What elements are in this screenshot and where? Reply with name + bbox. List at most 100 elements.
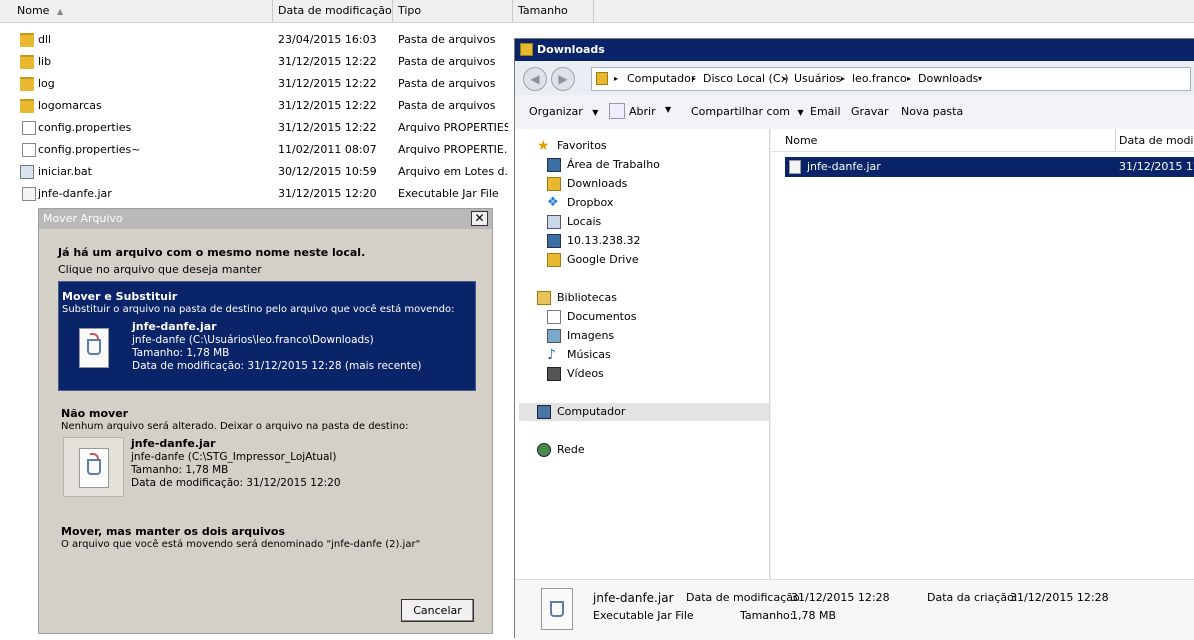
file-name: jnfe-danfe.jar — [131, 437, 216, 450]
address-bar[interactable]: ▸ Computador ▸ Disco Local (C:) ▸ Usuári… — [591, 67, 1191, 91]
file-size: Tamanho: 1,78 MB — [132, 347, 230, 359]
chevron-right-icon: ▸ — [907, 74, 912, 83]
email-button[interactable]: Email — [810, 105, 841, 118]
nav-item-label: Downloads — [567, 177, 628, 190]
table-row[interactable]: jnfe-danfe.jar 31/12/2015 12: — [785, 157, 1194, 177]
dropbox-icon: ❖ — [547, 195, 559, 210]
nav-item-label: Documentos — [567, 310, 637, 323]
column-header-bar: Nome ▲ Data de modificação Tipo Tamanho — [0, 0, 1194, 23]
downloads-folder-icon — [547, 177, 561, 191]
chevron-right-icon: ▸ — [841, 74, 846, 83]
places-icon — [547, 215, 561, 229]
jar-file-icon — [22, 187, 36, 201]
list-item-name: config.properties~ — [38, 143, 141, 156]
option-keep-both[interactable]: Mover, mas manter os dois arquivos O arq… — [58, 523, 476, 557]
back-button[interactable]: ◀ — [523, 67, 547, 91]
nav-item-label: 10.13.238.32 — [567, 234, 641, 247]
option-title: Mover, mas manter os dois arquivos — [61, 525, 286, 538]
column-header-date[interactable]: Data de modific — [1119, 134, 1194, 147]
details-modified-value: 31/12/2015 12:28 — [791, 591, 890, 604]
list-item-date: 31/12/2015 12:22 — [278, 77, 377, 90]
breadcrumb-users[interactable]: Usuários — [794, 68, 842, 90]
list-item[interactable]: logomarcas 31/12/2015 12:22 Pasta de arq… — [0, 95, 515, 117]
file-size: Tamanho: 1,78 MB — [131, 464, 229, 476]
nav-item-label: Área de Trabalho — [567, 158, 660, 171]
nav-item-label: Google Drive — [567, 253, 639, 266]
details-file-type: Executable Jar File — [593, 609, 694, 622]
star-icon: ★ — [537, 138, 550, 154]
open-dropdown-button[interactable]: ▼ — [665, 105, 671, 114]
nav-item-label: Computador — [557, 405, 626, 418]
breadcrumb-user[interactable]: leo.franco — [852, 68, 907, 90]
computer-icon — [537, 405, 551, 419]
organize-button[interactable]: Organizar ▼ — [529, 105, 598, 118]
file-icon — [22, 121, 36, 135]
jar-file-icon — [79, 448, 109, 488]
navigation-pane: ★ Favoritos Área de Trabalho Downloads ❖… — [515, 129, 770, 579]
option-description: Nenhum arquivo será alterado. Deixar o a… — [61, 421, 409, 432]
file-name: jnfe-danfe.jar — [807, 160, 881, 173]
column-divider — [1115, 129, 1116, 151]
forward-button[interactable]: ▶ — [551, 67, 575, 91]
new-folder-button[interactable]: Nova pasta — [901, 105, 963, 118]
chevron-down-icon: ▼ — [797, 108, 804, 117]
option-description: O arquivo que você está movendo será den… — [61, 539, 421, 550]
details-pane: jnfe-danfe.jar Executable Jar File Data … — [515, 579, 1194, 640]
breadcrumb-local-disk[interactable]: Disco Local (C:) — [703, 68, 789, 90]
details-created-value: 31/12/2015 12:28 — [1010, 591, 1109, 604]
column-header-type[interactable]: Tipo — [393, 0, 513, 22]
network-icon — [537, 443, 551, 457]
list-item-date: 30/12/2015 10:59 — [278, 165, 377, 178]
share-label: Compartilhar com — [691, 105, 791, 118]
column-header-date[interactable]: Data de modificação — [273, 0, 393, 22]
dialog-title: Mover Arquivo — [39, 209, 492, 229]
list-item-name: dll — [38, 33, 52, 46]
list-item[interactable]: lib 31/12/2015 12:22 Pasta de arquivos — [0, 51, 515, 73]
list-item-name: jnfe-danfe.jar — [38, 187, 112, 200]
option-move-and-replace[interactable]: Mover e Substituir Substituir o arquivo … — [58, 281, 476, 391]
breadcrumb-downloads[interactable]: Downloads — [918, 68, 978, 90]
list-item[interactable]: config.properties~ 11/02/2011 08:07 Arqu… — [0, 139, 515, 161]
file-icon — [22, 143, 36, 157]
nav-item-label: Imagens — [567, 329, 615, 342]
desktop-icon — [547, 158, 561, 172]
file-thumbnail — [63, 437, 124, 497]
jar-file-icon — [79, 328, 109, 368]
list-item-name: iniciar.bat — [38, 165, 92, 178]
dialog-subheading: Clique no arquivo que deseja manter — [58, 263, 262, 276]
folder-icon — [20, 55, 34, 69]
nav-item-label: Bibliotecas — [557, 291, 618, 304]
burn-button[interactable]: Gravar — [851, 105, 889, 118]
share-button[interactable]: Compartilhar com ▼ — [691, 105, 804, 118]
dialog-heading: Já há um arquivo com o mesmo nome neste … — [58, 246, 366, 259]
list-item[interactable]: iniciar.bat 30/12/2015 10:59 Arquivo em … — [0, 161, 515, 183]
jar-file-icon — [541, 588, 573, 630]
jar-file-icon — [789, 160, 801, 174]
folder-icon — [20, 33, 34, 47]
downloads-window: Downloads ◀ ▶ ▸ Computador ▸ Disco Local… — [514, 38, 1194, 640]
cancel-button[interactable]: Cancelar — [401, 599, 474, 622]
list-item-type: Arquivo PROPERTIE... — [398, 143, 508, 156]
folder-icon — [520, 43, 533, 56]
file-modified: Data de modificação: 31/12/2015 12:28 (m… — [132, 360, 422, 372]
documents-icon — [547, 310, 561, 324]
breadcrumb-computer[interactable]: Computador — [627, 68, 695, 90]
column-header-bar: Nome Data de modific — [771, 129, 1194, 152]
list-item[interactable]: dll 23/04/2015 16:03 Pasta de arquivos — [0, 29, 515, 51]
column-header-name[interactable]: Nome ▲ — [0, 0, 273, 22]
list-item-name: config.properties — [38, 121, 132, 134]
nav-item-label: Rede — [557, 443, 585, 456]
close-button[interactable]: ✕ — [471, 211, 488, 226]
column-header-name[interactable]: Nome — [785, 134, 817, 147]
list-item[interactable]: jnfe-danfe.jar 31/12/2015 12:20 Executab… — [0, 183, 515, 205]
file-list-pane: Nome Data de modific jnfe-danfe.jar 31/1… — [771, 129, 1194, 579]
organize-label: Organizar — [529, 105, 583, 118]
list-item[interactable]: config.properties 31/12/2015 12:22 Arqui… — [0, 117, 515, 139]
file-path: jnfe-danfe (C:\STG_Impressor_LojAtual) — [131, 451, 337, 463]
list-item-date: 23/04/2015 16:03 — [278, 33, 377, 46]
open-button[interactable]: Abrir — [629, 105, 656, 118]
google-drive-icon — [547, 253, 561, 267]
column-header-size[interactable]: Tamanho — [513, 0, 594, 22]
chevron-down-icon[interactable]: ▾ — [978, 68, 982, 90]
list-item[interactable]: log 31/12/2015 12:22 Pasta de arquivos — [0, 73, 515, 95]
